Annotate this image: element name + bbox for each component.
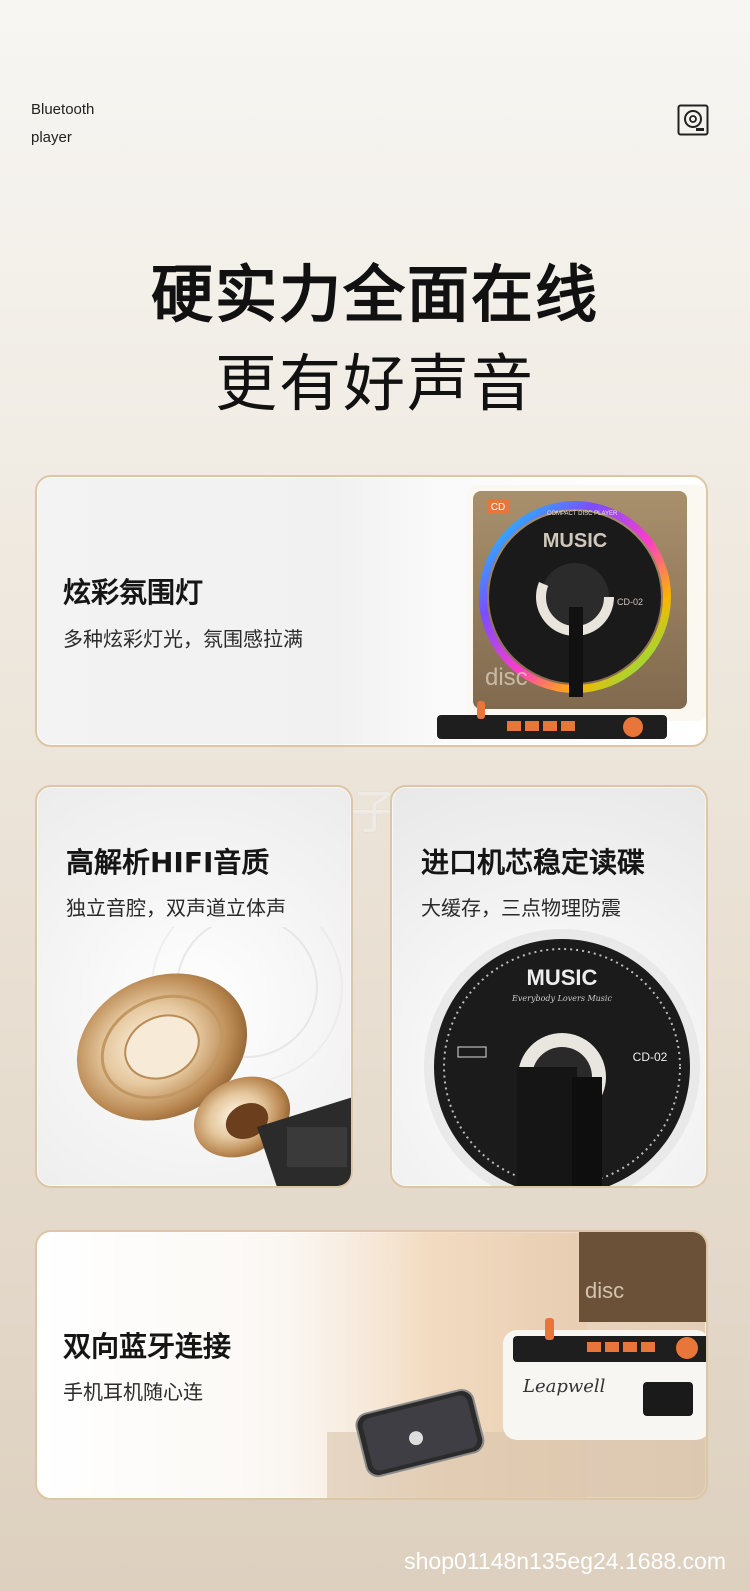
base-brand: Leapwell (522, 1376, 606, 1397)
bluetooth-phone-image: disc Leapwell (267, 1232, 706, 1498)
case-label: disc (485, 664, 528, 691)
feature-title: 进口机芯稳定读碟 (421, 846, 646, 879)
feature-card-rgb-light: 炫彩氛围灯 多种炫彩灯光，氛围感拉满 MUSIC CD-02 disc CD C… (35, 475, 708, 747)
product-category-line2: player (31, 129, 72, 146)
disc-model: CD-02 (617, 597, 643, 607)
feature-subtitle: 多种炫彩灯光，氛围感拉满 (63, 627, 303, 651)
case-top-text: COMPACT DISC PLAYER (547, 511, 618, 517)
disc-model: CD-02 (633, 1050, 668, 1064)
feature-title: 双向蓝牙连接 (63, 1330, 232, 1363)
feature-card-cd-mechanism: 进口机芯稳定读碟 大缓存，三点物理防震 MUSIC Everybody Love… (390, 785, 708, 1188)
headline-line1: 硬实力全面在线 (150, 258, 599, 331)
disc-brand: MUSIC (543, 530, 607, 552)
disc-brand: MUSIC (527, 965, 598, 990)
feature-subtitle: 手机耳机随心连 (63, 1380, 203, 1404)
feature-subtitle: 大缓存，三点物理防震 (421, 896, 621, 920)
case-badge: CD (491, 502, 505, 513)
feature-card-bluetooth: 双向蓝牙连接 手机耳机随心连 disc Leapwell (35, 1230, 708, 1500)
cd-mechanism-image: MUSIC Everybody Lovers Music CD-02 (422, 927, 706, 1186)
feature-subtitle: 独立音腔，双声道立体声 (66, 896, 286, 920)
disc-slogan: Everybody Lovers Music (511, 994, 612, 1003)
product-category-label: Bluetooth player (31, 96, 94, 152)
shop-url: shop01148n135eg24.1688.com (404, 1548, 726, 1574)
headline-line2: 更有好声音 (214, 347, 535, 420)
feature-title: 炫彩氛围灯 (63, 576, 204, 609)
product-category-line1: Bluetooth (31, 101, 95, 118)
cd-player-rgb-light-image: MUSIC CD-02 disc CD COMPACT DISC PLAYER (397, 477, 706, 745)
speaker-driver-image (57, 927, 351, 1186)
case-label: disc (585, 1278, 624, 1303)
cd-player-icon (677, 104, 709, 136)
feature-title: 高解析HIFI音质 (66, 846, 270, 879)
feature-card-hifi-sound: 高解析HIFI音质 独立音腔，双声道立体声 (35, 785, 353, 1188)
